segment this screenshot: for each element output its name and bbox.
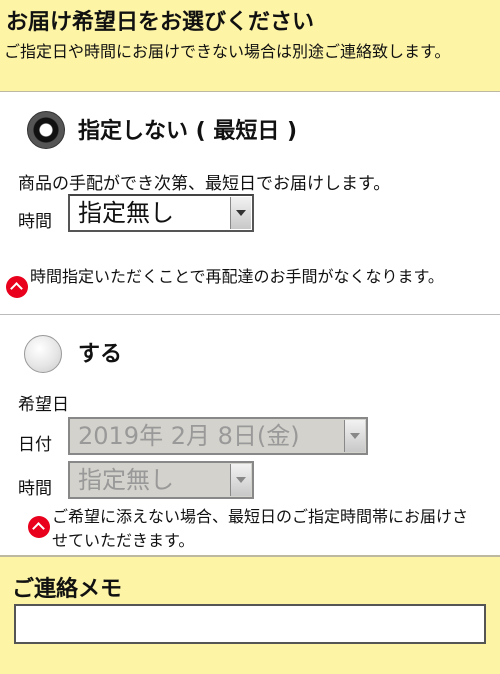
radio-unspecified[interactable]	[27, 111, 65, 149]
time-select[interactable]: 指定無し	[68, 194, 254, 232]
date-label: 日付	[18, 435, 52, 455]
time-label-specified: 時間	[18, 479, 52, 499]
time-select-specified[interactable]: 指定無し	[68, 461, 254, 499]
chevron-up-icon	[28, 516, 50, 538]
time-label: 時間	[18, 212, 52, 232]
option-unspecified-label[interactable]: 指定しない ( 最短日 )	[78, 113, 297, 145]
chevron-down-icon	[230, 197, 251, 229]
desired-date-label: 希望日	[18, 395, 69, 415]
option-unspecified-description: 商品の手配ができ次第、最短日でお届けします。	[18, 174, 391, 194]
chevron-down-icon	[344, 420, 365, 452]
delivery-date-header: お届け希望日をお選びください ご指定日や時間にお届けできない場合は別途ご連絡致し…	[0, 0, 500, 92]
option-specified-section: する 希望日 日付 2019年 2月 8日(金) 時間 指定無し ご希望に添えな…	[0, 316, 500, 554]
memo-title: ご連絡メモ	[12, 577, 123, 602]
time-select-specified-value: 指定無し	[78, 466, 174, 494]
header-description: ご指定日や時間にお届けできない場合は別途ご連絡致します。	[4, 42, 451, 61]
memo-section: ご連絡メモ	[0, 555, 500, 674]
chevron-down-icon	[230, 464, 251, 496]
radio-specified[interactable]	[24, 335, 62, 373]
memo-input[interactable]	[14, 604, 486, 644]
time-select-value: 指定無し	[78, 199, 174, 227]
time-note: 時間指定いただくことで再配達のお手間がなくなります。	[30, 267, 444, 286]
date-note: ご希望に添えない場合、最短日のご指定時間帯にお届けさせていただきます。	[52, 507, 469, 550]
option-specified-label[interactable]: する	[78, 336, 122, 368]
date-select[interactable]: 2019年 2月 8日(金)	[68, 417, 368, 455]
option-unspecified-section: 指定しない ( 最短日 ) 商品の手配ができ次第、最短日でお届けします。 時間 …	[0, 93, 500, 315]
page-title: お届け希望日をお選びください	[6, 10, 315, 35]
chevron-up-icon	[6, 276, 28, 298]
date-select-value: 2019年 2月 8日(金)	[78, 422, 300, 450]
